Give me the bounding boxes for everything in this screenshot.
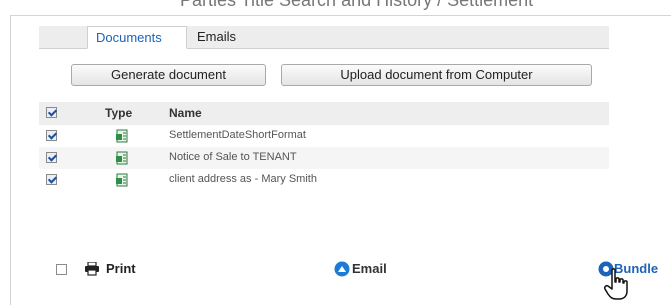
document-name[interactable]: Notice of Sale to TENANT — [169, 151, 297, 163]
header-fragment: Parties Title Search and History / Settl… — [0, 0, 671, 14]
document-icon — [116, 129, 128, 143]
document-icon — [116, 173, 128, 187]
table-row[interactable]: client address as - Mary Smith — [39, 169, 609, 191]
tab-bar: Documents Emails — [39, 26, 609, 49]
document-icon — [116, 151, 128, 165]
header-fragment-text: Parties Title Search and History / Settl… — [180, 0, 534, 10]
hand-pointer-icon — [604, 268, 628, 300]
row-checkbox[interactable] — [46, 130, 57, 141]
generate-document-button[interactable]: Generate document — [71, 64, 266, 86]
row-checkbox[interactable] — [46, 152, 57, 163]
print-button[interactable]: Print — [106, 261, 136, 276]
table-row[interactable]: SettlementDateShortFormat — [39, 125, 609, 147]
row-checkbox[interactable] — [46, 174, 57, 185]
printer-icon[interactable] — [84, 262, 100, 276]
upload-document-button[interactable]: Upload document from Computer — [281, 64, 592, 86]
column-header-type: Type — [105, 106, 133, 120]
document-name[interactable]: SettlementDateShortFormat — [169, 129, 306, 141]
tab-documents[interactable]: Documents — [87, 26, 187, 49]
select-all-checkbox[interactable] — [46, 107, 57, 118]
table-row[interactable]: Notice of Sale to TENANT — [39, 147, 609, 169]
column-header-name: Name — [169, 106, 202, 120]
footer-select-checkbox[interactable] — [56, 264, 67, 275]
document-name[interactable]: client address as - Mary Smith — [169, 173, 317, 185]
email-button[interactable]: Email — [352, 261, 387, 276]
email-icon[interactable] — [334, 261, 350, 277]
tab-emails[interactable]: Emails — [189, 26, 244, 48]
documents-table: Type Name SettlementDateShortFormat Noti… — [39, 102, 609, 191]
table-header: Type Name — [39, 102, 609, 125]
